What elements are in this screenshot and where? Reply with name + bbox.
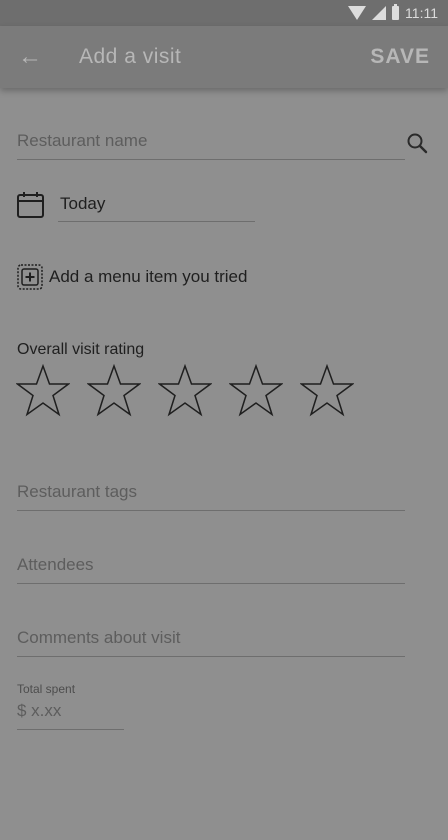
add-box-icon[interactable]: [16, 263, 44, 291]
attendees-input[interactable]: Attendees: [17, 543, 405, 584]
star-icon-4[interactable]: [229, 364, 283, 418]
battery-icon: [392, 4, 400, 20]
total-spent-input[interactable]: $ x.xx: [17, 696, 124, 730]
restaurant-name-placeholder: Restaurant name: [17, 131, 148, 150]
star-icon-3[interactable]: [158, 364, 212, 418]
search-icon[interactable]: [406, 132, 428, 154]
total-spent-label: Total spent: [17, 682, 76, 696]
status-time: 11:11: [405, 5, 438, 21]
rating-label: Overall visit rating: [17, 341, 145, 358]
cell-signal-icon: [372, 6, 387, 20]
back-arrow-icon: ←: [18, 43, 42, 70]
star-icon-1[interactable]: [16, 364, 70, 418]
star-rating: [16, 364, 354, 418]
add-menu-item-button[interactable]: Add a menu item you tried: [49, 267, 247, 287]
attendees-placeholder: Attendees: [17, 555, 94, 574]
calendar-icon[interactable]: [16, 190, 46, 220]
star-icon-5[interactable]: [300, 364, 354, 418]
star-icon-2[interactable]: [87, 364, 141, 418]
back-button[interactable]: ←: [12, 40, 48, 74]
date-value: Today: [60, 194, 106, 213]
restaurant-name-input[interactable]: Restaurant name: [17, 118, 405, 160]
comments-placeholder: Comments about visit: [17, 628, 181, 647]
restaurant-tags-placeholder: Restaurant tags: [17, 482, 138, 501]
app-bar: ← Add a visit SAVE: [0, 26, 448, 88]
total-spent-placeholder: $ x.xx: [17, 701, 62, 720]
status-icons: 11:11: [348, 4, 438, 22]
status-bar: 11:11: [0, 0, 448, 26]
save-button[interactable]: SAVE: [370, 45, 430, 69]
comments-input[interactable]: Comments about visit: [17, 616, 405, 657]
wifi-icon: [348, 6, 367, 20]
page-title: Add a visit: [79, 45, 182, 68]
restaurant-tags-input[interactable]: Restaurant tags: [17, 470, 405, 511]
